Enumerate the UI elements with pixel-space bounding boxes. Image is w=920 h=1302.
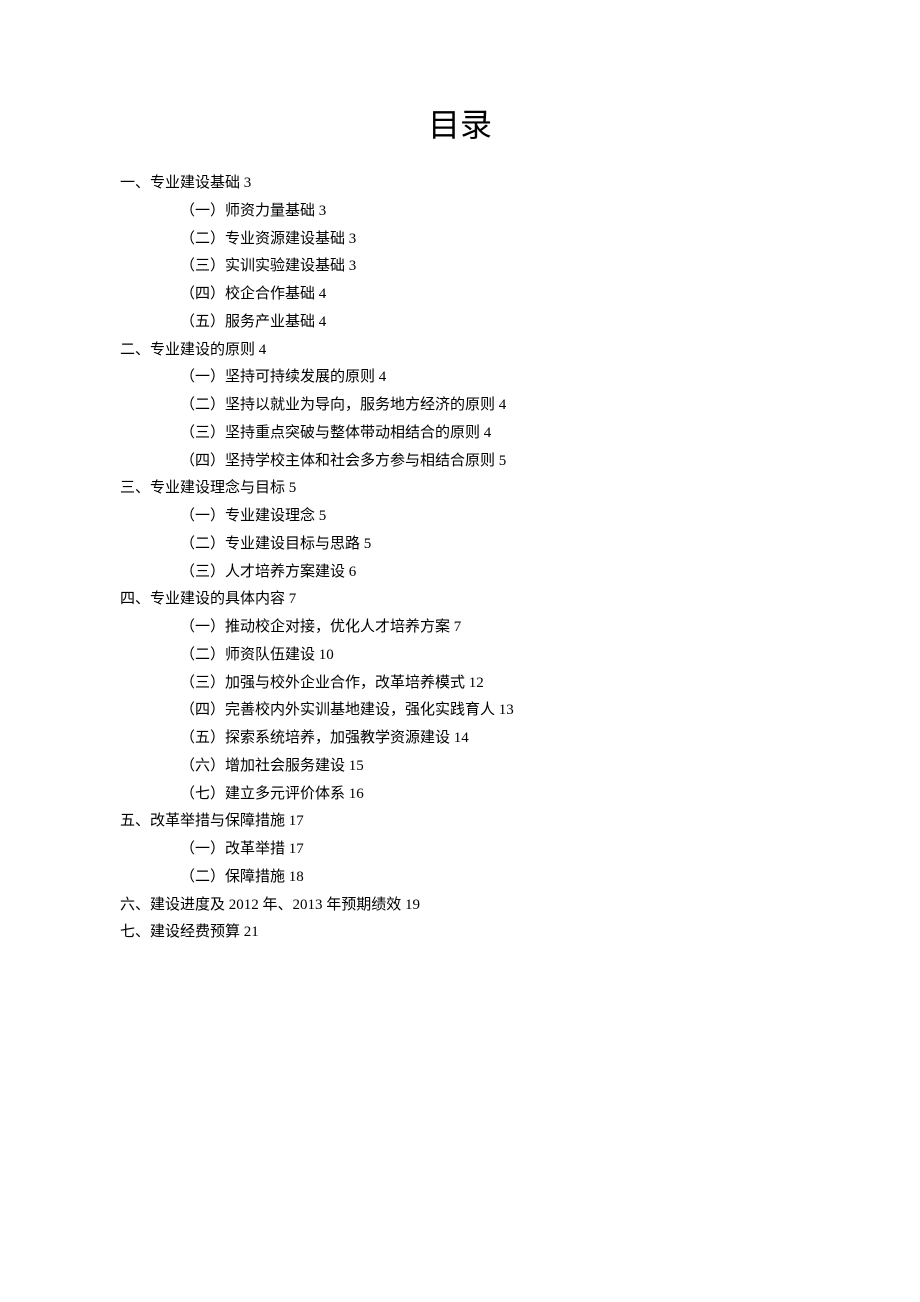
toc-entry-page: 12	[465, 675, 484, 691]
toc-entry: 一、专业建设基础 3	[120, 170, 800, 198]
toc-entry-text: （一）坚持可持续发展的原则	[180, 369, 375, 385]
toc-entry: （一）改革举措 17	[120, 836, 800, 864]
toc-entry-text: （五）探索系统培养，加强教学资源建设	[180, 730, 450, 746]
toc-entry-page: 19	[401, 897, 420, 913]
toc-entry-page: 3	[345, 231, 356, 247]
toc-entry-text: 一、专业建设基础	[120, 175, 240, 191]
toc-entry-page: 15	[345, 758, 364, 774]
toc-entry-page: 4	[315, 314, 326, 330]
toc-entry: （七）建立多元评价体系 16	[120, 781, 800, 809]
toc-entry-text: （一）师资力量基础	[180, 203, 315, 219]
toc-entry-text: （二）专业资源建设基础	[180, 231, 345, 247]
toc-entry-page: 4	[315, 286, 326, 302]
toc-entry: （二）专业资源建设基础 3	[120, 226, 800, 254]
toc-entry-text: （三）坚持重点突破与整体带动相结合的原则	[180, 425, 480, 441]
toc-entry: （五）探索系统培养，加强教学资源建设 14	[120, 725, 800, 753]
toc-entry-text: （四）完善校内外实训基地建设，强化实践育人	[180, 702, 495, 718]
toc-entry-page: 17	[285, 813, 304, 829]
toc-entry: （四）完善校内外实训基地建设，强化实践育人 13	[120, 697, 800, 725]
toc-entry: （二）师资队伍建设 10	[120, 642, 800, 670]
toc-entry-text: 六、建设进度及 2012 年、2013 年预期绩效	[120, 897, 401, 913]
toc-entry-text: （二）保障措施	[180, 869, 285, 885]
toc-entry-page: 3	[240, 175, 251, 191]
toc-entry-text: 五、改革举措与保障措施	[120, 813, 285, 829]
toc-entry: （三）实训实验建设基础 3	[120, 253, 800, 281]
toc-entry: 四、专业建设的具体内容 7	[120, 586, 800, 614]
toc-entry-text: （五）服务产业基础	[180, 314, 315, 330]
toc-entry-text: （一）专业建设理念	[180, 508, 315, 524]
toc-entry-page: 4	[495, 397, 506, 413]
toc-entry-page: 4	[255, 342, 266, 358]
toc-entry-text: （四）坚持学校主体和社会多方参与相结合原则	[180, 453, 495, 469]
toc-entry: （二）保障措施 18	[120, 864, 800, 892]
toc-entry: （六）增加社会服务建设 15	[120, 753, 800, 781]
toc-entry: （二）专业建设目标与思路 5	[120, 531, 800, 559]
toc-entry-page: 7	[285, 591, 296, 607]
toc-entry: （二）坚持以就业为导向，服务地方经济的原则 4	[120, 392, 800, 420]
toc-entry: （一）坚持可持续发展的原则 4	[120, 364, 800, 392]
toc-entry-page: 14	[450, 730, 469, 746]
toc-entry: 二、专业建设的原则 4	[120, 337, 800, 365]
toc-entry-page: 18	[285, 869, 304, 885]
toc-entry: （四）校企合作基础 4	[120, 281, 800, 309]
toc-entry-page: 6	[345, 564, 356, 580]
toc-entry-text: （二）专业建设目标与思路	[180, 536, 360, 552]
toc-entry-page: 7	[450, 619, 461, 635]
toc-entry-text: （二）坚持以就业为导向，服务地方经济的原则	[180, 397, 495, 413]
toc-entry-page: 10	[315, 647, 334, 663]
toc-entry-page: 16	[345, 786, 364, 802]
toc-entry-page: 4	[375, 369, 386, 385]
toc-entry-page: 4	[480, 425, 491, 441]
toc-entry: 五、改革举措与保障措施 17	[120, 808, 800, 836]
toc-entry-page: 5	[360, 536, 371, 552]
toc-entry: （一）推动校企对接，优化人才培养方案 7	[120, 614, 800, 642]
toc-entry-text: （六）增加社会服务建设	[180, 758, 345, 774]
toc-entry: 三、专业建设理念与目标 5	[120, 475, 800, 503]
toc-entry-text: （七）建立多元评价体系	[180, 786, 345, 802]
toc-entry: （一）专业建设理念 5	[120, 503, 800, 531]
toc-entry-text: （一）推动校企对接，优化人才培养方案	[180, 619, 450, 635]
document-title: 目录	[120, 100, 800, 146]
toc-entry-page: 5	[315, 508, 326, 524]
toc-entry-text: （三）人才培养方案建设	[180, 564, 345, 580]
toc-entry: （四）坚持学校主体和社会多方参与相结合原则 5	[120, 448, 800, 476]
toc-entry: （一）师资力量基础 3	[120, 198, 800, 226]
toc-entry-page: 13	[495, 702, 514, 718]
toc-entry: （三）人才培养方案建设 6	[120, 559, 800, 587]
toc-entry: 六、建设进度及 2012 年、2013 年预期绩效 19	[120, 892, 800, 920]
toc-entry: 七、建设经费预算 21	[120, 919, 800, 947]
toc-entry-text: （二）师资队伍建设	[180, 647, 315, 663]
toc-entry: （三）坚持重点突破与整体带动相结合的原则 4	[120, 420, 800, 448]
toc-entry-text: 四、专业建设的具体内容	[120, 591, 285, 607]
toc-entry-text: （三）实训实验建设基础	[180, 258, 345, 274]
toc-entry-page: 3	[315, 203, 326, 219]
toc-entry-page: 5	[285, 480, 296, 496]
toc-entry-page: 3	[345, 258, 356, 274]
toc-entry-page: 21	[240, 924, 259, 940]
toc-entry-text: （三）加强与校外企业合作，改革培养模式	[180, 675, 465, 691]
toc-entry-text: 三、专业建设理念与目标	[120, 480, 285, 496]
table-of-contents: 一、专业建设基础 3（一）师资力量基础 3（二）专业资源建设基础 3（三）实训实…	[120, 170, 800, 947]
toc-entry: （五）服务产业基础 4	[120, 309, 800, 337]
toc-entry-text: （四）校企合作基础	[180, 286, 315, 302]
toc-entry-page: 17	[285, 841, 304, 857]
toc-entry: （三）加强与校外企业合作，改革培养模式 12	[120, 670, 800, 698]
toc-entry-page: 5	[495, 453, 506, 469]
toc-entry-text: 二、专业建设的原则	[120, 342, 255, 358]
toc-entry-text: 七、建设经费预算	[120, 924, 240, 940]
toc-entry-text: （一）改革举措	[180, 841, 285, 857]
